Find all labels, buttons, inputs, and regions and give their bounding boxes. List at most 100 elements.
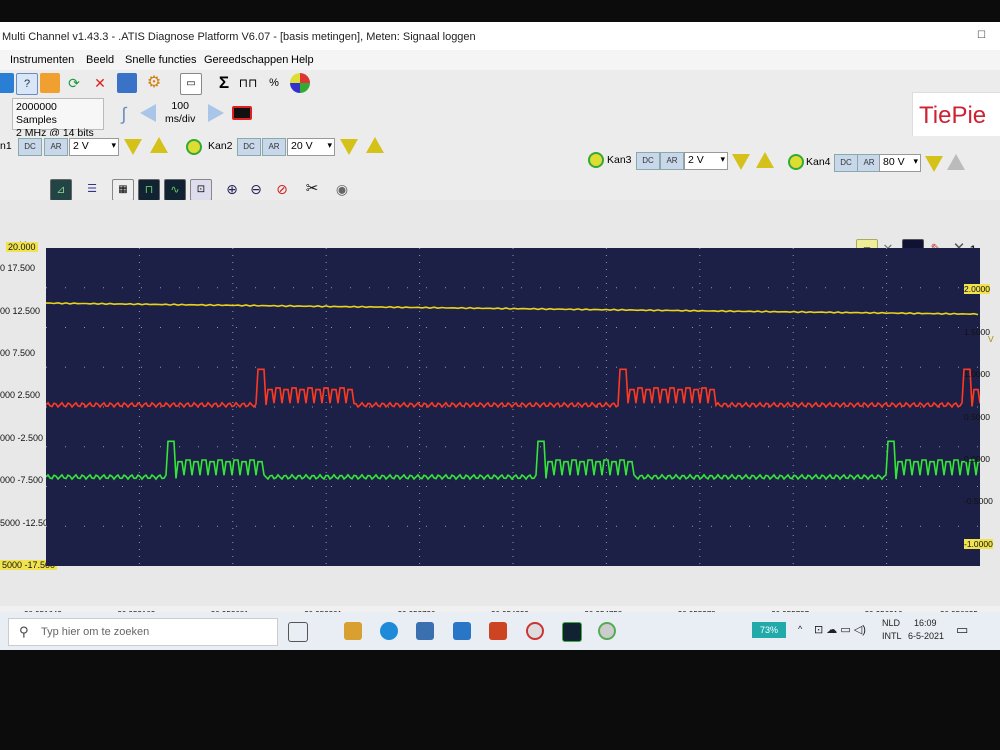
settings-gear-icon[interactable]: ⚙ xyxy=(144,73,164,93)
left-axis-tick-label: 00 12.500 xyxy=(0,305,41,316)
chevron-down-icon: ▾ xyxy=(111,140,116,150)
store-icon[interactable] xyxy=(416,622,434,640)
channel3-coupling-icon[interactable]: DC xyxy=(636,152,660,170)
channel2-range-up-icon[interactable] xyxy=(366,137,384,153)
delete-icon[interactable]: ✕ xyxy=(90,73,110,93)
right-axis-tick-label: 0.5000 xyxy=(964,411,990,422)
taskbar-search[interactable]: ⚲ Typ hier om te zoeken xyxy=(8,618,278,646)
clock-time[interactable]: 16:09 xyxy=(914,618,937,628)
file-explorer-icon[interactable] xyxy=(344,622,362,640)
menu-instrumenten[interactable]: Instrumenten xyxy=(10,54,74,66)
channel3-autorange[interactable]: AR xyxy=(660,152,684,170)
channel2-coupling-icon[interactable]: DC xyxy=(237,138,261,156)
channel-list-icon[interactable]: ☰ xyxy=(82,179,102,199)
channel4-range-select[interactable]: 80 V ▾ xyxy=(879,154,921,172)
timebase-value: 100 xyxy=(171,100,189,112)
waveform-icon[interactable]: ⊓⊓ xyxy=(238,73,258,93)
trigger-slope-icon[interactable]: ∫ xyxy=(114,104,134,124)
left-axis-tick-label: 000 -7.500 xyxy=(0,475,44,486)
main-toolbar: ? ⟳ ✕ ⚙ ▭ Σ ⊓⊓ % xyxy=(0,70,1000,96)
zoom-reset-icon[interactable]: ⊘ xyxy=(272,179,292,199)
mail-app-icon[interactable] xyxy=(453,622,471,640)
channel3-enable-icon[interactable] xyxy=(588,152,604,168)
language-nld[interactable]: NLD xyxy=(882,618,900,628)
channel4-range-down-icon[interactable] xyxy=(925,156,943,172)
channel3-range-up-icon[interactable] xyxy=(756,152,774,168)
timebase-decrease-icon[interactable] xyxy=(140,104,156,122)
samples-panel[interactable]: 2000000 Samples 2 MHz @ 14 bits xyxy=(12,98,104,139)
chrome-icon[interactable] xyxy=(526,622,544,640)
layout-icon[interactable]: ▭ xyxy=(180,73,202,95)
table-view-icon[interactable]: ▦ xyxy=(112,179,134,201)
signal-view-icon[interactable]: ⊓ xyxy=(138,179,160,201)
channel2-range-down-icon[interactable] xyxy=(340,139,358,155)
spectrum-view-icon[interactable]: ∿ xyxy=(164,179,186,201)
scope-window: ✉ ✕ ✎ ✕ 1 V 20.0000 17.50000 12.50000 7.… xyxy=(0,200,1000,624)
notification-icon[interactable]: ▭ xyxy=(956,622,968,638)
pulse-count-icon[interactable]: % xyxy=(264,73,284,93)
channel2-range-select[interactable]: 20 V ▾ xyxy=(287,138,335,156)
menu-gereedschappen[interactable]: Gereedschappen xyxy=(204,54,288,66)
open-icon[interactable] xyxy=(0,73,14,93)
zoom-in-icon[interactable]: ⊕ xyxy=(222,179,242,199)
autoscale-icon[interactable]: ⊿ xyxy=(50,179,72,201)
record-icon[interactable] xyxy=(232,106,252,120)
channel1-range-down-icon[interactable] xyxy=(124,139,142,155)
right-axis-tick-label: 1.0000 xyxy=(964,369,990,380)
channel1-range-up-icon[interactable] xyxy=(150,137,168,153)
battery-indicator[interactable]: 73% xyxy=(752,622,786,638)
help-file-icon[interactable]: ? xyxy=(16,73,38,95)
menu-snelle-functies[interactable]: Snelle functies xyxy=(125,54,197,66)
menu-help[interactable]: Help xyxy=(291,54,314,66)
tray-icons[interactable]: ⊡ ☁ ▭ ◁) xyxy=(814,623,866,636)
refresh-icon[interactable]: ⟳ xyxy=(64,73,84,93)
channel3-range-select[interactable]: 2 V ▾ xyxy=(684,152,728,170)
zoom-fit-icon[interactable]: ⊡ xyxy=(190,179,212,201)
zoom-out-icon[interactable]: ⊖ xyxy=(246,179,266,199)
chevron-down-icon: ▾ xyxy=(720,154,725,164)
language-intl[interactable]: INTL xyxy=(882,631,902,641)
left-axis-tick-label: 0 17.500 xyxy=(0,263,36,274)
channel4-enable-icon[interactable] xyxy=(788,154,804,170)
channel4-range-up-icon[interactable] xyxy=(947,154,965,170)
clock-date[interactable]: 6-5-2021 xyxy=(908,631,944,641)
channel2-autorange[interactable]: AR xyxy=(262,138,286,156)
channel2-enable-icon[interactable] xyxy=(186,139,202,155)
channel1-autorange[interactable]: AR xyxy=(44,138,68,156)
print-icon[interactable] xyxy=(117,73,137,93)
media-icon[interactable] xyxy=(489,622,507,640)
sigma-icon[interactable]: Σ xyxy=(214,73,234,93)
channel1-coupling-icon[interactable]: DC xyxy=(18,138,42,156)
screen: Multi Channel v1.43.3 - .ATIS Diagnose P… xyxy=(0,22,1000,650)
task-view-icon[interactable] xyxy=(288,622,308,642)
channel4-label: Kan4 xyxy=(806,156,831,168)
maximize-icon[interactable]: ☐ xyxy=(977,30,986,41)
channel1-range-value: 2 V xyxy=(73,140,89,152)
diagnose-app-icon[interactable] xyxy=(598,622,616,640)
multichannel-app-icon[interactable] xyxy=(562,622,582,642)
channel1-range-select[interactable]: 2 V ▾ xyxy=(69,138,119,156)
mail-icon[interactable] xyxy=(40,73,60,93)
acquisition-toolbar: 2000000 Samples 2 MHz @ 14 bits ∫ 100 ms… xyxy=(0,92,1000,139)
menu-beeld[interactable]: Beeld xyxy=(86,54,114,66)
search-placeholder: Typ hier om te zoeken xyxy=(41,626,150,638)
channel4-autorange[interactable]: AR xyxy=(857,154,881,172)
timebase-display: 100 ms/div xyxy=(165,100,195,126)
pie-chart-icon[interactable] xyxy=(290,73,310,93)
right-axis-tick-label: 1.5000 xyxy=(964,326,990,337)
view-icon[interactable]: ◉ xyxy=(332,179,352,199)
tray-chevron-up-icon[interactable]: ^ xyxy=(798,624,802,634)
samples-count: 2000000 Samples xyxy=(16,101,57,126)
chevron-down-icon: ▾ xyxy=(327,140,332,150)
cut-icon[interactable]: ✂ xyxy=(302,179,322,199)
channel4-coupling-icon[interactable]: DC xyxy=(834,154,858,172)
scope-plot[interactable] xyxy=(45,248,981,566)
menu-bar: Instrumenten Beeld Snelle functies Geree… xyxy=(0,50,1000,70)
title-bar: Multi Channel v1.43.3 - .ATIS Diagnose P… xyxy=(0,22,1000,50)
channel3-range-down-icon[interactable] xyxy=(732,154,750,170)
tiepie-logo: TiePie xyxy=(912,92,1000,138)
channel3-label: Kan3 xyxy=(607,154,632,166)
right-axis-tick-label: 0.0000 xyxy=(964,454,990,464)
timebase-increase-icon[interactable] xyxy=(208,104,224,122)
edge-icon[interactable] xyxy=(380,622,398,640)
